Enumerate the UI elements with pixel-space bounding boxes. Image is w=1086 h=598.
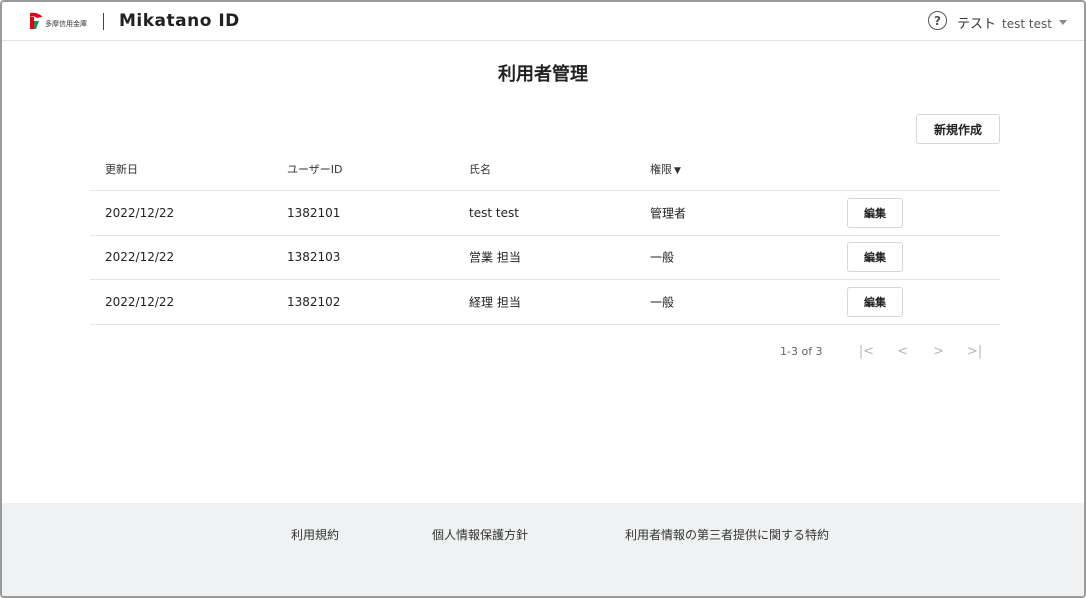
edit-button[interactable]: 編集: [847, 242, 903, 273]
table-row: 2022/12/22 1382101 test test 管理者 編集: [90, 191, 1000, 236]
page-title: 利用者管理: [498, 64, 588, 85]
user-display-name: テスト: [957, 17, 997, 32]
cell-user-id: 1382103: [287, 250, 341, 265]
user-account-id: test test: [1002, 17, 1052, 31]
column-header-role-label: 権限: [650, 163, 672, 176]
first-page-icon[interactable]: |<: [849, 344, 885, 359]
cell-user-id: 1382101: [287, 205, 341, 220]
bank-name: 多摩信用金庫: [45, 20, 87, 28]
brand-logo[interactable]: Mikatano ID: [119, 11, 240, 31]
footer-link-privacy[interactable]: 個人情報保護方針: [432, 526, 528, 543]
column-header-role[interactable]: 権限 ▼: [650, 161, 681, 177]
user-table: 更新日 ユーザーID 氏名 権限 ▼ 2022/12/22 1382101 tes…: [90, 148, 1000, 325]
column-header-user-id: ユーザーID: [287, 163, 343, 176]
cell-role: 一般: [650, 250, 675, 265]
bank-logo[interactable]: 多摩信用金庫: [27, 12, 87, 30]
header-bar: 多摩信用金庫 Mikatano ID ? テスト test test: [2, 2, 1084, 41]
cell-updated: 2022/12/22: [105, 250, 175, 265]
table-row: 2022/12/22 1382102 経理 担当 一般 編集: [90, 280, 1000, 325]
cell-name: 経理 担当: [469, 295, 521, 310]
footer-link-third-party[interactable]: 利用者情報の第三者提供に関する特約: [625, 526, 829, 543]
footer: 利用規約 個人情報保護方針 利用者情報の第三者提供に関する特約: [2, 503, 1084, 596]
pagination: 1-3 of 3 |< < > >|: [780, 344, 993, 359]
cell-role: 一般: [650, 295, 675, 310]
table-row: 2022/12/22 1382103 営業 担当 一般 編集: [90, 236, 1000, 280]
cell-name: test test: [469, 205, 519, 220]
cell-user-id: 1382102: [287, 294, 341, 309]
app-window: 多摩信用金庫 Mikatano ID ? テスト test test 利用者管理 …: [0, 0, 1086, 598]
sort-down-icon[interactable]: ▼: [674, 166, 681, 176]
bank-logo-mark-icon: [30, 12, 42, 29]
cell-role: 管理者: [650, 206, 687, 221]
create-user-button[interactable]: 新規作成: [916, 114, 1000, 144]
table-header-row: 更新日 ユーザーID 氏名 権限 ▼: [90, 148, 1000, 191]
footer-link-terms[interactable]: 利用規約: [291, 526, 339, 543]
pagination-range: 1-3 of 3: [780, 345, 823, 358]
logo-divider: [103, 13, 104, 30]
edit-button[interactable]: 編集: [847, 197, 903, 228]
user-menu[interactable]: テスト test test: [957, 13, 1052, 32]
column-header-name: 氏名: [469, 163, 491, 176]
cell-updated: 2022/12/22: [105, 294, 175, 309]
cell-updated: 2022/12/22: [105, 205, 175, 220]
column-header-updated: 更新日: [105, 163, 138, 176]
caret-down-icon[interactable]: [1059, 20, 1067, 25]
prev-page-icon[interactable]: <: [885, 344, 921, 359]
last-page-icon[interactable]: >|: [957, 344, 993, 359]
edit-button[interactable]: 編集: [847, 286, 903, 317]
cell-name: 営業 担当: [469, 250, 521, 265]
next-page-icon[interactable]: >: [921, 344, 957, 359]
help-circle-icon[interactable]: ?: [928, 11, 947, 30]
